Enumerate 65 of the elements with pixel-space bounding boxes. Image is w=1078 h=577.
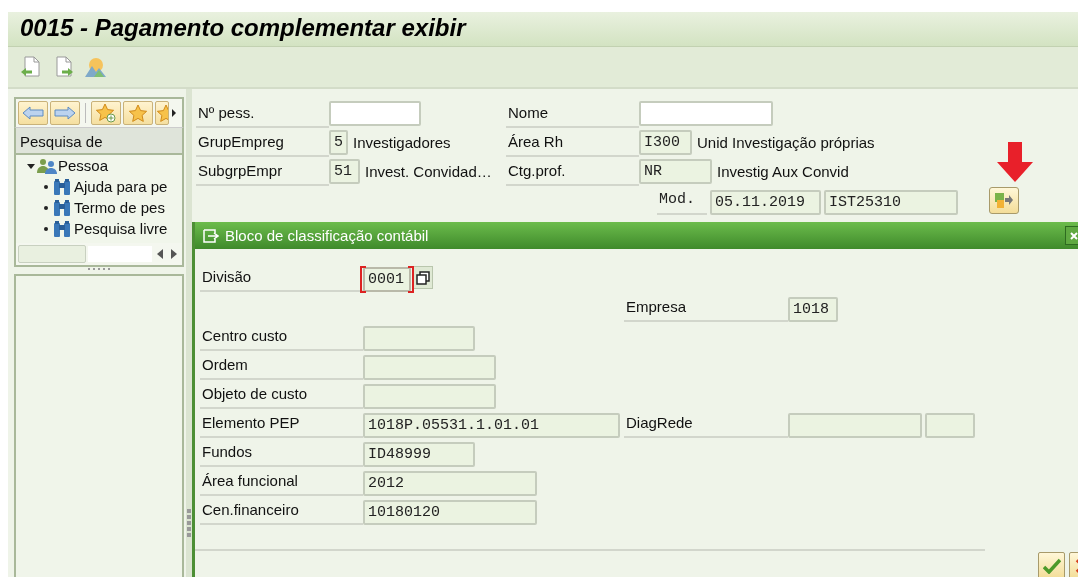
tree-label: Pessoa: [58, 157, 109, 174]
input-field[interactable]: ID48999: [363, 442, 475, 467]
star-plus-icon: [95, 103, 117, 123]
splitter-grip-icon[interactable]: [187, 509, 191, 539]
input-field[interactable]: [363, 326, 475, 351]
input-field[interactable]: NR: [639, 159, 712, 184]
down-arrow-icon: [997, 142, 1033, 182]
back-button[interactable]: [18, 101, 48, 125]
horizontal-scrollbar[interactable]: [14, 243, 184, 267]
field-description: Investigadores: [352, 134, 451, 151]
dialog-title: Bloco de classificação contábil: [225, 227, 429, 244]
bullet-icon: [44, 184, 48, 189]
close-icon: [1070, 231, 1078, 240]
date-field[interactable]: 05.11.2019: [710, 190, 821, 215]
field-description: Investig Aux Convid: [716, 163, 849, 180]
people-icon: [36, 157, 58, 174]
input-field[interactable]: [788, 413, 922, 438]
input-field[interactable]: I300: [639, 130, 692, 155]
landscape-icon[interactable]: [84, 55, 106, 79]
input-field[interactable]: [363, 355, 496, 380]
more-arrow-icon[interactable]: [171, 108, 177, 118]
checkmark-icon: [1042, 557, 1061, 574]
confirm-button[interactable]: [1038, 552, 1065, 577]
collapse-triangle-icon[interactable]: [26, 161, 36, 170]
copy-icon: [415, 270, 430, 285]
bullet-icon: [44, 205, 48, 210]
input-field[interactable]: 1018P.05531.1.01.01: [363, 413, 620, 438]
input-field[interactable]: [363, 384, 496, 409]
tree-item[interactable]: Pesquisa livre: [53, 219, 168, 238]
copy-button[interactable]: [412, 266, 433, 289]
input-field[interactable]: [925, 413, 975, 438]
forward-button[interactable]: [50, 101, 80, 125]
input-field[interactable]: 2012: [363, 471, 537, 496]
input-field[interactable]: 1018: [788, 297, 838, 322]
add-favorite-button[interactable]: [91, 101, 121, 125]
star-icon: [128, 103, 148, 123]
panel-header: Pesquisa de: [14, 127, 184, 155]
redacted-field[interactable]: [329, 101, 421, 126]
field-label: Mod.: [657, 186, 707, 215]
binoculars-icon: [53, 219, 71, 238]
transfer-button[interactable]: [989, 187, 1019, 214]
favorite-button[interactable]: [123, 101, 153, 125]
redacted-field[interactable]: [639, 101, 773, 126]
transfer-icon: [994, 191, 1014, 210]
input-field[interactable]: 5: [329, 130, 348, 155]
field-description: Invest. Convidad…: [364, 163, 492, 180]
tree-node[interactable]: Pessoa: [16, 155, 182, 176]
tree-item[interactable]: Ajuda para pe: [53, 177, 168, 196]
user-field[interactable]: IST25310: [824, 190, 958, 215]
field-description: Unid Investigação próprias: [696, 134, 875, 151]
tree-item[interactable]: Termo de pes: [53, 198, 165, 217]
star-icon: [156, 103, 168, 123]
input-field[interactable]: 0001: [363, 267, 411, 292]
splitter-grip-icon[interactable]: [88, 268, 110, 271]
input-field[interactable]: 10180120: [363, 500, 537, 525]
binoculars-icon: [53, 177, 71, 196]
dialog-icon: [203, 228, 219, 243]
input-field[interactable]: 51: [329, 159, 360, 184]
bullet-icon: [44, 226, 48, 231]
close-button[interactable]: [1065, 226, 1078, 245]
window-title: 0015 - Pagamento complementar exibir: [19, 13, 466, 43]
right-arrow-icon: [54, 106, 76, 120]
previous-document-icon[interactable]: [20, 55, 42, 79]
binoculars-icon: [53, 198, 71, 217]
left-arrow-icon: [22, 106, 44, 120]
